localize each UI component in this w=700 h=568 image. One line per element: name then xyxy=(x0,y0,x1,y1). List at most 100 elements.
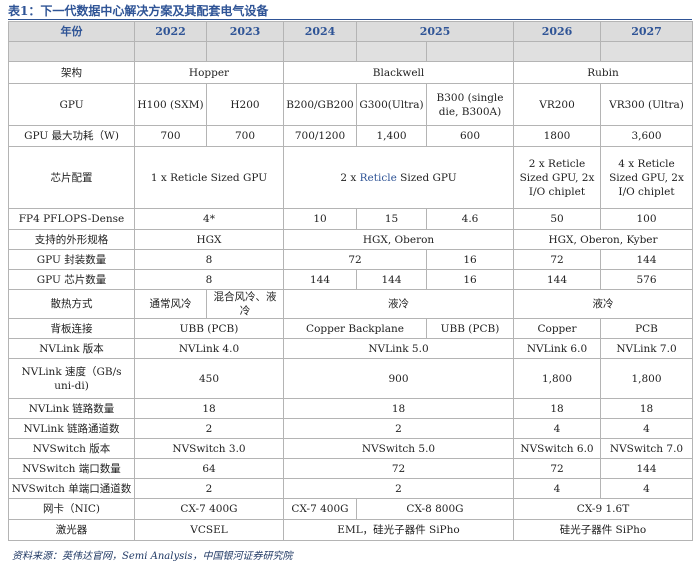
table-row: GPU 芯片数量 8 144 144 16 144 576 xyxy=(8,269,693,290)
spacer-row xyxy=(8,41,693,62)
table-row: 激光器 VCSEL EML，硅光子器件 SiPho 硅光子器件 SiPho xyxy=(8,519,693,541)
cell: 15 xyxy=(356,208,427,230)
table-row: GPU 最大功耗（W) 700 700 700/1200 1,400 600 1… xyxy=(8,125,693,147)
cell: 144 xyxy=(513,269,601,290)
header-2027: 2027 xyxy=(600,21,693,42)
cell-text: Sized GPU xyxy=(396,171,457,184)
cell: NVLink 7.0 xyxy=(600,338,693,359)
cell: 2 xyxy=(283,478,514,499)
cell: NVLink 4.0 xyxy=(134,338,284,359)
cell: Hopper xyxy=(134,61,284,84)
table-row: NVSwitch 端口数量 64 72 72 144 xyxy=(8,458,693,479)
row-label: 架构 xyxy=(8,61,135,84)
table-row: NVLink 链路数量 18 18 18 18 xyxy=(8,398,693,419)
cell: 72 xyxy=(513,249,601,270)
cell: NVLink 6.0 xyxy=(513,338,601,359)
cell: Copper Backplane xyxy=(283,318,427,339)
table-row: NVLink 速度（GB/s uni-di) 450 900 1,800 1,8… xyxy=(8,358,693,399)
cell: 2 xyxy=(283,418,514,439)
table-row: NVLink 链路通道数 2 2 4 4 xyxy=(8,418,693,439)
row-label: FP4 PFLOPS-Dense xyxy=(8,208,135,230)
row-label: 散热方式 xyxy=(8,289,135,319)
table-row: NVSwitch 版本 NVSwitch 3.0 NVSwitch 5.0 NV… xyxy=(8,438,693,459)
header-2024: 2024 xyxy=(283,21,357,42)
table-row: 网卡（NIC) CX-7 400G CX-7 400G CX-8 800G CX… xyxy=(8,498,693,520)
row-label: NVLink 链路通道数 xyxy=(8,418,135,439)
cell: 576 xyxy=(600,269,693,290)
cell: 144 xyxy=(600,458,693,479)
header-2025: 2025 xyxy=(356,21,514,42)
cell: 1,800 xyxy=(513,358,601,399)
cell: NVSwitch 6.0 xyxy=(513,438,601,459)
cell: 8 xyxy=(134,269,284,290)
cell: 1 x Reticle Sized GPU xyxy=(134,146,284,209)
cell: 144 xyxy=(356,269,427,290)
cell-text-highlight: Reticle xyxy=(359,171,397,184)
cell: 50 xyxy=(513,208,601,230)
cell: 700 xyxy=(134,125,207,147)
row-label: 网卡（NIC) xyxy=(8,498,135,520)
cell: VCSEL xyxy=(134,519,284,541)
header-2026: 2026 xyxy=(513,21,601,42)
cell: 72 xyxy=(513,458,601,479)
cell: HGX, Oberon xyxy=(283,229,514,250)
cell: Rubin xyxy=(513,61,693,84)
cell: H200 xyxy=(206,83,284,126)
cell: CX-7 400G xyxy=(134,498,284,520)
cell: 混合风冷、液冷 xyxy=(206,289,284,319)
cell: 72 xyxy=(283,458,514,479)
cell: 4 x Reticle Sized GPU, 2x I/O chiplet xyxy=(600,146,693,209)
header-row: 年份 2022 2023 2024 2025 2026 2027 xyxy=(8,21,693,42)
cell: 18 xyxy=(600,398,693,419)
cell: NVSwitch 3.0 xyxy=(134,438,284,459)
row-label: NVLink 速度（GB/s uni-di) xyxy=(8,358,135,399)
row-label: NVSwitch 版本 xyxy=(8,438,135,459)
cell: EML，硅光子器件 SiPho xyxy=(283,519,514,541)
title-divider xyxy=(8,19,692,20)
cell: 液冷 xyxy=(513,289,693,319)
cell: 100 xyxy=(600,208,693,230)
cell: 18 xyxy=(283,398,514,419)
table-title: 表1：下一代数据中心解决方案及其配套电气设备 xyxy=(8,4,269,18)
cell: H100 (SXM) xyxy=(134,83,207,126)
cell: Blackwell xyxy=(283,61,514,84)
source-note: 资料来源：英伟达官网，Semi Analysis，中国银河证券研究院 xyxy=(12,551,293,562)
header-2023: 2023 xyxy=(206,21,284,42)
table-row: NVLink 版本 NVLink 4.0 NVLink 5.0 NVLink 6… xyxy=(8,338,693,359)
table-row: GPU H100 (SXM) H200 B200/GB200 G300(Ultr… xyxy=(8,83,693,126)
row-label: 激光器 xyxy=(8,519,135,541)
cell: 700 xyxy=(206,125,284,147)
header-year: 年份 xyxy=(8,21,135,42)
cell: NVLink 5.0 xyxy=(283,338,514,359)
table-row: NVSwitch 单端口通道数 2 2 4 4 xyxy=(8,478,693,499)
cell: UBB (PCB) xyxy=(134,318,284,339)
row-label: NVLink 链路数量 xyxy=(8,398,135,419)
cell: 144 xyxy=(600,249,693,270)
cell: 4 xyxy=(600,418,693,439)
cell: 1,800 xyxy=(600,358,693,399)
cell: 16 xyxy=(426,249,514,270)
cell: CX-8 800G xyxy=(356,498,514,520)
cell: VR300 (Ultra) xyxy=(600,83,693,126)
cell: G300(Ultra) xyxy=(356,83,427,126)
cell: PCB xyxy=(600,318,693,339)
table-row: FP4 PFLOPS-Dense 4* 10 15 4.6 50 100 xyxy=(8,208,693,230)
table-row: 背板连接 UBB (PCB) Copper Backplane UBB (PCB… xyxy=(8,318,693,339)
cell: 72 xyxy=(283,249,427,270)
row-label: 支持的外形规格 xyxy=(8,229,135,250)
cell: 1,400 xyxy=(356,125,427,147)
cell-text: 2 x xyxy=(340,171,360,184)
row-label: GPU 封装数量 xyxy=(8,249,135,270)
cell: B200/GB200 xyxy=(283,83,357,126)
cell: 16 xyxy=(426,269,514,290)
table-row: 芯片配置 1 x Reticle Sized GPU 2 x Reticle S… xyxy=(8,146,693,209)
table-row: 支持的外形规格 HGX HGX, Oberon HGX, Oberon, Kyb… xyxy=(8,229,693,250)
row-label: GPU 芯片数量 xyxy=(8,269,135,290)
cell: 1800 xyxy=(513,125,601,147)
cell: NVSwitch 5.0 xyxy=(283,438,514,459)
cell: 液冷 xyxy=(283,289,514,319)
cell: 4* xyxy=(134,208,284,230)
table-row: 散热方式 通常风冷 混合风冷、液冷 液冷 液冷 xyxy=(8,289,693,319)
cell: 2 x Reticle Sized GPU xyxy=(283,146,514,209)
row-label: NVSwitch 单端口通道数 xyxy=(8,478,135,499)
